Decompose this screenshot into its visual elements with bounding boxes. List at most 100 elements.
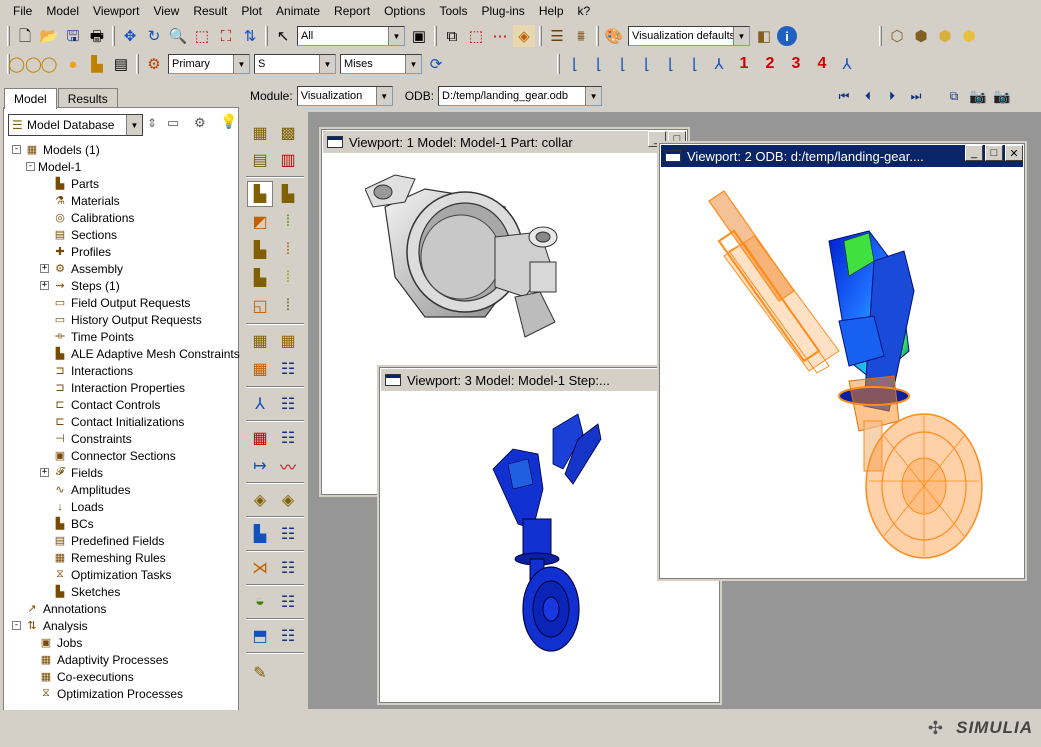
menu-k[interactable]: k? (571, 1, 598, 21)
chevron-down-icon[interactable]: ▼ (126, 115, 142, 135)
filled-icon[interactable]: ⬢ (934, 25, 956, 47)
next-frame-icon[interactable]: ⏵ (881, 85, 903, 107)
free-body-icon[interactable]: ◈ (247, 487, 273, 513)
tree-item[interactable]: ▙ Parts (40, 175, 99, 192)
annotate-icon[interactable]: ✎ (247, 660, 273, 686)
viewport-layout-icon[interactable]: ⧉ (943, 85, 965, 107)
tree-item[interactable]: ⧖ Optimization Processes (26, 685, 183, 702)
free-body-options-icon[interactable]: ◈ (275, 487, 301, 513)
plot-symbols-icon[interactable]: ▙ (275, 181, 301, 207)
menu-result[interactable]: Result (186, 1, 234, 21)
view-cut-options-icon[interactable]: ☷ (275, 555, 301, 581)
create-display-group-icon[interactable]: ◈ (513, 25, 535, 47)
lightbulb-icon[interactable]: 💡 (220, 113, 237, 130)
display-group-icon[interactable]: ⋯ (489, 25, 511, 47)
box-zoom-icon[interactable]: ⬚ (191, 25, 213, 47)
plot-deformed-icon[interactable]: ▩ (275, 120, 301, 146)
replace-all-icon[interactable]: ⧉ (441, 25, 463, 47)
plot-undeformed-icon[interactable]: ▦ (247, 120, 273, 146)
tree-item[interactable]: ⊐ Interactions (40, 362, 133, 379)
undeformed-icon[interactable]: ▙ (86, 53, 108, 75)
tree-item[interactable]: ▤ Sections (40, 226, 117, 243)
plot-contours-icon[interactable]: ▙ (247, 181, 273, 207)
chevron-down-icon[interactable]: ▼ (733, 27, 749, 45)
symbol-plot-icon[interactable]: ▙ (247, 237, 273, 263)
xy-options-icon[interactable]: ☷ (275, 391, 301, 417)
query-options-icon[interactable]: ☷ (275, 623, 301, 649)
tree-item[interactable]: - ⇅ Analysis (12, 617, 88, 634)
stream-icon[interactable]: ▙ (247, 521, 273, 547)
open-folder-icon[interactable]: 📂 (38, 25, 60, 47)
view-2-button[interactable]: 2 (757, 55, 783, 73)
variable-combo[interactable]: S ▼ (254, 54, 336, 74)
chevron-down-icon[interactable]: ▼ (319, 55, 335, 73)
first-frame-icon[interactable]: ⏮ (833, 85, 855, 107)
info-icon[interactable]: i (777, 26, 797, 46)
close-icon[interactable]: ✕ (1005, 145, 1023, 161)
symbol-options-icon[interactable]: ⁞ (275, 237, 301, 263)
animate-scale-icon[interactable]: ▦ (247, 328, 273, 354)
tree-item[interactable]: ↓ Loads (40, 498, 103, 515)
axis-triad-icon[interactable]: ⅄ (836, 53, 858, 75)
views-icon[interactable]: ◯◯ (8, 53, 42, 75)
stream-options-icon[interactable]: ☷ (275, 521, 301, 547)
collapse-icon[interactable]: - (12, 621, 21, 630)
tree-item[interactable]: - Model-1 (26, 158, 81, 175)
menu-viewport[interactable]: Viewport (86, 1, 146, 21)
tree-item[interactable]: ✚ Profiles (40, 243, 111, 260)
minimize-icon[interactable]: _ (965, 145, 983, 161)
toolbar-grip[interactable] (7, 26, 10, 46)
tree-item[interactable]: ⧖ Optimization Tasks (40, 566, 171, 583)
view-yz-icon[interactable]: ⌊ (660, 53, 682, 75)
view-cut-icon[interactable]: ⩩ (570, 25, 592, 47)
tree-item[interactable]: ⊏ Contact Controls (40, 396, 160, 413)
tree-item[interactable]: ∿ Amplitudes (40, 481, 130, 498)
menu-options[interactable]: Options (377, 1, 432, 21)
view-zx-icon[interactable]: ⌊ (636, 53, 658, 75)
hidden-line-icon[interactable]: ⬢ (910, 25, 932, 47)
menu-plug-ins[interactable]: Plug-ins (474, 1, 531, 21)
chevron-down-icon[interactable]: ▼ (375, 87, 392, 105)
pan-icon[interactable]: ✥ (119, 25, 141, 47)
orientation-options-icon[interactable]: ⁞ (275, 265, 301, 291)
query-icon[interactable]: ⬒ (247, 623, 273, 649)
allow-multiple-icon[interactable]: ▤ (247, 147, 273, 173)
tree-item[interactable]: + ⚙ Assembly (40, 260, 123, 277)
tree-item[interactable]: ⊐ Interaction Properties (40, 379, 185, 396)
viewport-canvas[interactable]: Viewport: 1 Model: Model-1 Part: collar … (308, 112, 1041, 709)
viz-defaults-combo[interactable]: Visualization defaults ▼ (628, 26, 750, 46)
selection-filter-combo[interactable]: All ▼ (297, 26, 405, 46)
tree-item[interactable]: + ⇝ Steps (1) (40, 277, 120, 294)
animate-time-icon[interactable]: ▦ (275, 328, 301, 354)
layer-icon[interactable]: ☰ (546, 25, 568, 47)
animate-harmonic-icon[interactable]: ▦ (247, 356, 273, 382)
menu-file[interactable]: File (6, 1, 39, 21)
palette-icon[interactable]: 🎨 (603, 25, 625, 47)
sphere-icon[interactable]: ● (62, 53, 84, 75)
expand-icon[interactable]: + (40, 281, 49, 290)
tree-item[interactable]: ▙ Sketches (40, 583, 121, 600)
common-options-icon[interactable]: ▥ (275, 147, 301, 173)
zoom-icon[interactable]: 🔍 (167, 25, 189, 47)
wireframe-icon[interactable]: ⬡ (886, 25, 908, 47)
tree-item[interactable]: ▙ ALE Adaptive Mesh Constraints (40, 345, 240, 362)
tree-item[interactable]: ▦ Remeshing Rules (40, 549, 166, 566)
tree-item[interactable]: ▦ Adaptivity Processes (26, 651, 169, 668)
collapse-icon[interactable]: - (26, 162, 35, 171)
ply-stack-icon[interactable]: ◱ (247, 293, 273, 319)
tree-item[interactable]: ⊣ Constraints (40, 430, 132, 447)
last-frame-icon[interactable]: ⏭ (905, 85, 927, 107)
up-down-arrows-icon[interactable]: ⇕ (147, 116, 157, 130)
module-combo[interactable]: Visualization ▼ (296, 86, 393, 106)
contour-options-icon[interactable]: ⁞ (275, 209, 301, 235)
tree-item[interactable]: ⚗ Materials (40, 192, 120, 209)
view-yx-icon[interactable]: ⌊ (588, 53, 610, 75)
rotate-icon[interactable]: ↻ (143, 25, 165, 47)
save-icon[interactable]: 🖫 (62, 25, 84, 47)
maximize-icon[interactable]: □ (985, 145, 1003, 161)
view-xz-icon[interactable]: ⌊ (612, 53, 634, 75)
folder-icon[interactable]: ▭ (167, 115, 179, 131)
cycle-views-icon[interactable]: ⇅ (239, 25, 261, 47)
camera-2-icon[interactable]: 📷 (991, 85, 1013, 107)
model-database-select[interactable]: ☰ Model Database ▼ (8, 114, 143, 136)
